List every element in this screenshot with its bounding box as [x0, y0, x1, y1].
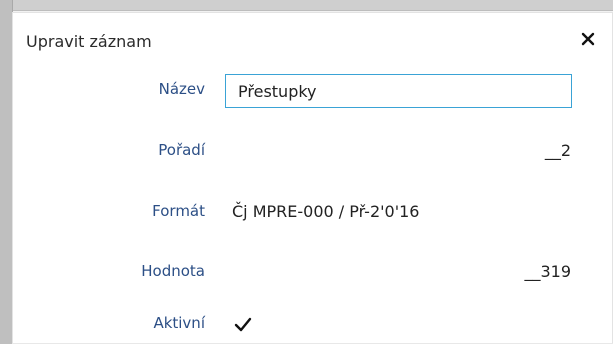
format-value[interactable]: Čj MPRE-000 / Př-2'0'16	[232, 202, 419, 221]
active-checkbox[interactable]	[232, 314, 254, 336]
close-button[interactable]	[575, 26, 601, 52]
order-value[interactable]: __2	[545, 141, 571, 160]
label-format: Formát	[152, 202, 205, 220]
close-icon	[575, 26, 601, 52]
value-value[interactable]: __319	[524, 262, 571, 281]
check-icon	[232, 317, 254, 339]
label-active: Aktivní	[153, 314, 205, 332]
screen: Upravit záznam Název Pořadí __2 Formát Č…	[0, 0, 613, 344]
edit-record-dialog: Upravit záznam Název Pořadí __2 Formát Č…	[12, 12, 613, 344]
name-input[interactable]	[225, 74, 572, 108]
form-row-order: Pořadí __2	[12, 131, 613, 171]
dialog-header: Upravit záznam	[12, 12, 613, 70]
label-order: Pořadí	[158, 141, 205, 159]
label-name: Název	[158, 80, 205, 98]
form-row-active: Aktivní	[12, 304, 613, 344]
form-row-value: Hodnota __319	[12, 252, 613, 292]
dialog-title: Upravit záznam	[26, 32, 152, 51]
form-row-format: Formát Čj MPRE-000 / Př-2'0'16	[12, 192, 613, 232]
background-top-strip	[0, 0, 613, 11]
form-row-name: Název	[12, 70, 613, 110]
label-value: Hodnota	[141, 262, 205, 280]
